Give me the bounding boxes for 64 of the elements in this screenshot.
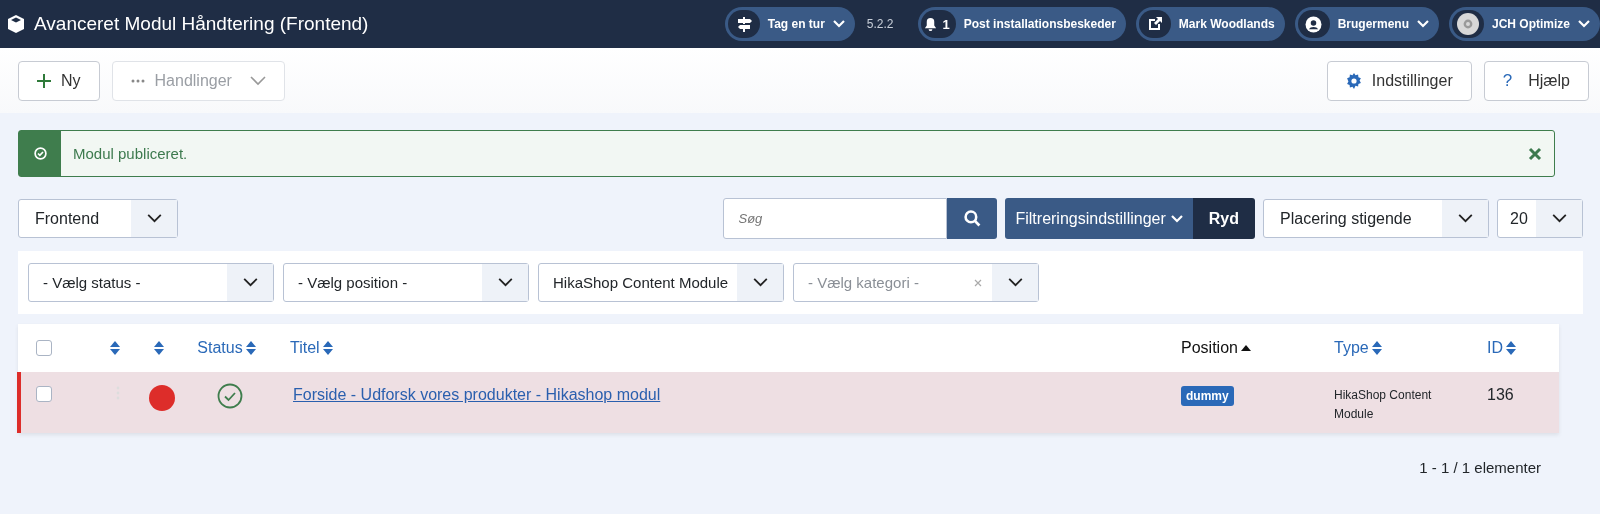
plugin-button[interactable]: JCH Optimize	[1449, 7, 1600, 41]
plus-icon	[37, 73, 51, 88]
filter-select[interactable]: - Vælg status -	[28, 263, 274, 302]
options-button[interactable]: Indstillinger	[1326, 60, 1472, 101]
signpost-icon	[735, 16, 752, 32]
caret-icon	[1170, 214, 1183, 223]
chevron-down-icon	[242, 278, 258, 287]
position-badge: dummy	[1181, 386, 1234, 406]
module-id: 136	[1487, 386, 1514, 404]
sort-icon	[1371, 341, 1382, 355]
search-button[interactable]	[947, 198, 998, 239]
link-button[interactable]: Mark Woodlands	[1135, 7, 1285, 41]
sort-icon	[322, 341, 333, 355]
filter-options-button[interactable]: Filtreringsindstillinger	[1005, 198, 1193, 239]
check-circle-icon[interactable]	[216, 383, 243, 409]
column-header[interactable]: Type	[1334, 339, 1382, 357]
chevron-down-icon	[1007, 278, 1023, 287]
chevron-down-icon	[1551, 214, 1567, 223]
user-button[interactable]: Brugermenu	[1294, 7, 1439, 41]
sort-icon[interactable]	[109, 341, 120, 355]
module-title-link[interactable]: Forside - Udforsk vores produkter - Hikashop modul	[293, 386, 661, 404]
sort-icon[interactable]	[154, 341, 164, 355]
notification-count: 1	[942, 16, 950, 32]
column-header[interactable]: ID	[1487, 339, 1516, 357]
page-title: Avanceret Modul Håndtering (Frontend)	[34, 13, 369, 35]
clear-icon[interactable]	[974, 278, 982, 287]
bell-icon	[922, 16, 938, 32]
module-type: HikaShop Content Module	[1334, 387, 1433, 423]
limit-select[interactable]: 20	[1497, 199, 1583, 238]
chevron-down-icon	[752, 278, 768, 287]
help-button[interactable]: ? Hjælp	[1483, 60, 1589, 101]
filter-select[interactable]: HikaShop Content Module	[538, 263, 784, 302]
chevron-down-icon	[249, 75, 266, 86]
sort-icon	[1506, 341, 1516, 355]
external-link-icon	[1146, 16, 1163, 32]
check-circle-icon	[33, 147, 47, 160]
client-select[interactable]: Frontend	[18, 199, 178, 238]
column-header[interactable]: Titel	[290, 339, 333, 357]
tour-button[interactable]: Tag en tur	[724, 7, 855, 41]
sort-icon	[245, 341, 256, 355]
column-header[interactable]: Status	[197, 339, 256, 357]
notify-button[interactable]: 1 Post installationsbeskeder	[917, 7, 1126, 41]
pagination-counter: 1 - 1 / 1 elementer	[1419, 459, 1541, 476]
column-header[interactable]: Position	[1181, 339, 1251, 357]
version-label: 5.2.2	[866, 17, 894, 31]
search-field[interactable]: Søg	[723, 198, 948, 239]
chevron-down-icon	[1457, 214, 1473, 223]
disc-icon	[1457, 13, 1479, 35]
gear-icon	[1345, 72, 1362, 89]
search-icon	[964, 210, 981, 227]
filter-select[interactable]: - Vælg position -	[283, 263, 529, 302]
ordering-select[interactable]: Placering stigende	[1263, 199, 1489, 238]
row-checkbox[interactable]	[36, 386, 52, 402]
clear-button[interactable]: Ryd	[1192, 198, 1255, 239]
new-button[interactable]: Ny	[18, 60, 100, 101]
ellipsis-icon	[130, 78, 145, 83]
alert-message: Modul publiceret.	[73, 145, 188, 162]
chevron-down-icon	[497, 278, 513, 287]
sort-up-icon	[1240, 345, 1251, 351]
chevron-down-icon	[146, 214, 162, 223]
cube-icon	[6, 14, 26, 34]
select-all-checkbox[interactable]	[36, 340, 52, 356]
close-icon[interactable]	[1528, 146, 1542, 161]
user-icon	[1305, 15, 1323, 33]
